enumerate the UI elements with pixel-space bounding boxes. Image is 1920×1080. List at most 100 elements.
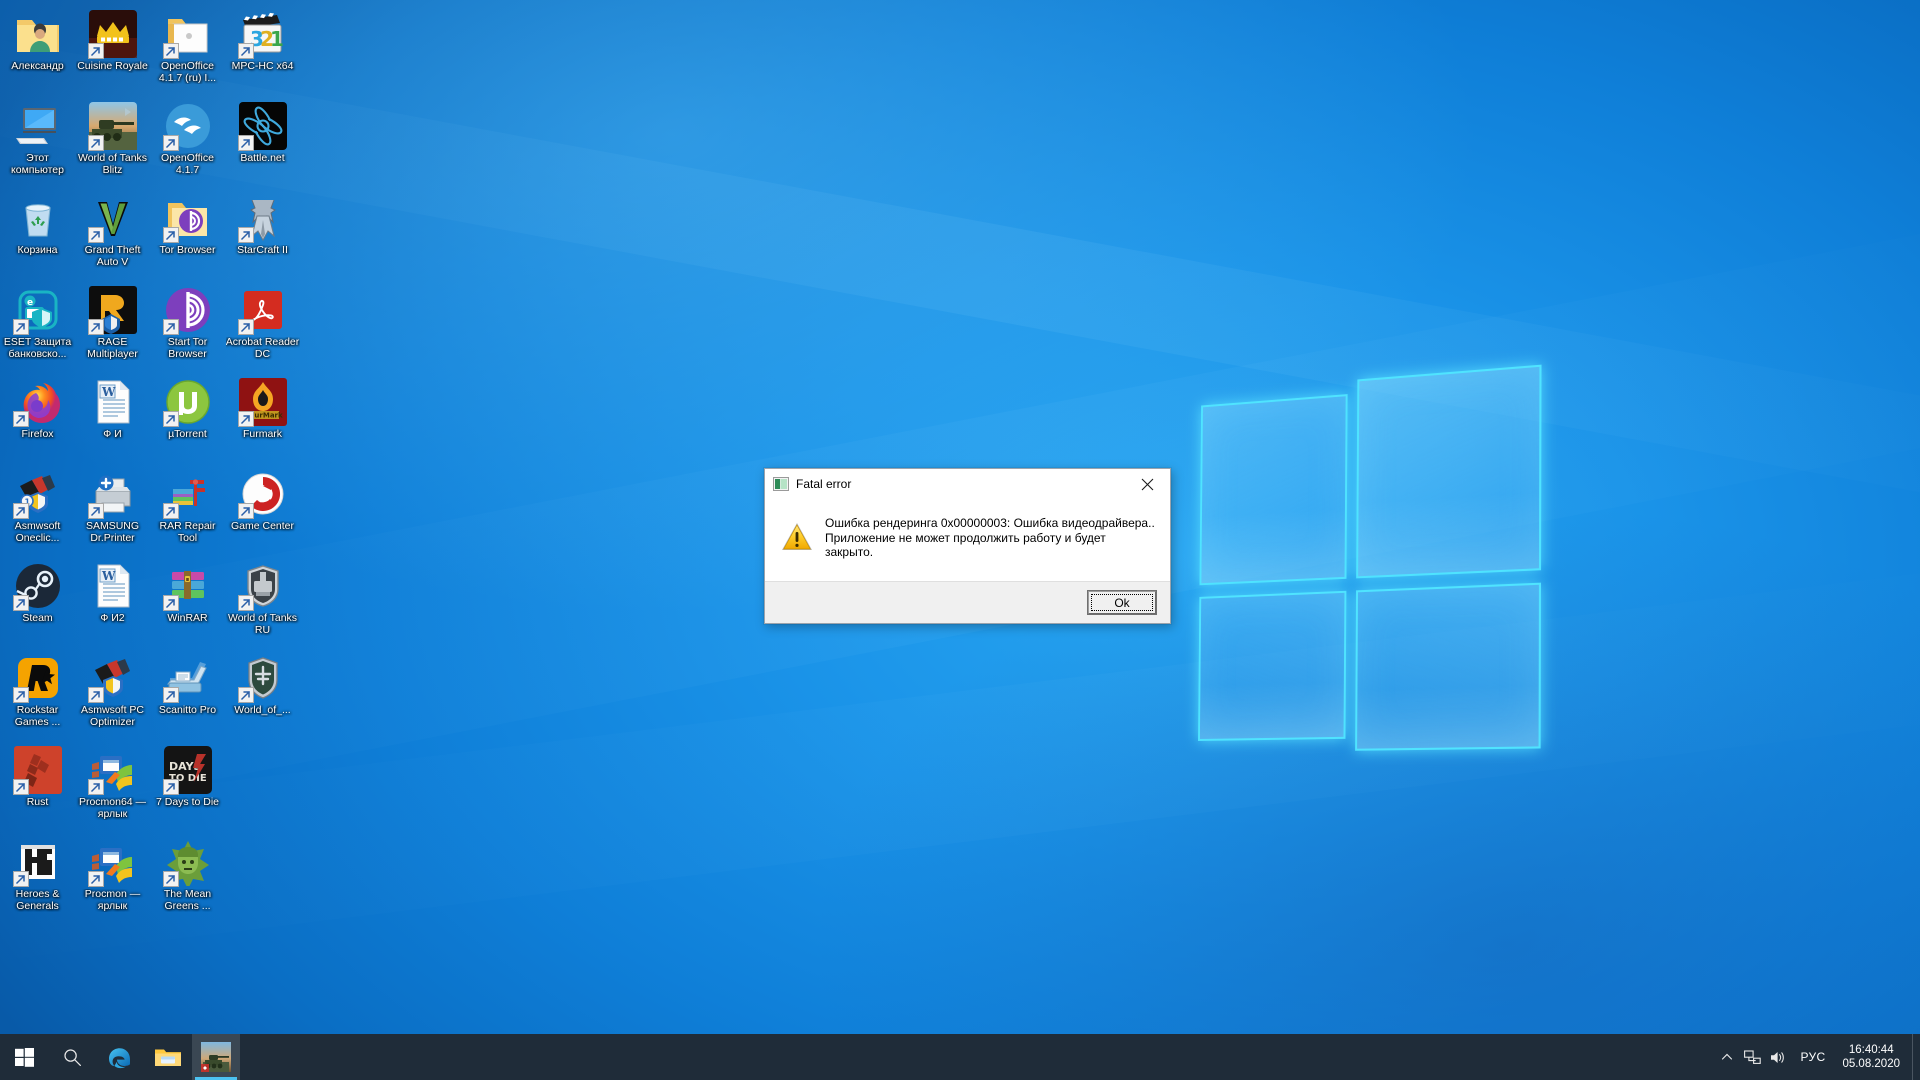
desktop-icon[interactable]: µTorrent bbox=[150, 372, 225, 464]
desktop-icon[interactable]: Tor Browser bbox=[150, 188, 225, 280]
app-window-icon bbox=[773, 476, 789, 492]
shortcut-arrow-icon bbox=[162, 779, 179, 795]
desktop-icon[interactable]: 3 2 1 MPC-HC x64 bbox=[225, 4, 300, 96]
shortcut-arrow-icon bbox=[87, 319, 104, 335]
shortcut-arrow-icon bbox=[237, 687, 254, 703]
desktop-icon[interactable]: Rust bbox=[0, 740, 75, 832]
desktop-icon[interactable]: World of Tanks Blitz bbox=[75, 96, 150, 188]
shortcut-arrow-icon bbox=[162, 135, 179, 151]
desktop-icon-label: Tor Browser bbox=[159, 245, 216, 256]
desktop-icon[interactable]: OpenOffice 4.1.7 bbox=[150, 96, 225, 188]
desktop-icon-label: Rockstar Games ... bbox=[14, 705, 61, 728]
world-of-tanks-icon bbox=[237, 562, 287, 611]
volume-icon[interactable] bbox=[1766, 1034, 1792, 1080]
desktop-icon[interactable]: Game Center bbox=[225, 464, 300, 556]
desktop-icon-label: OpenOffice 4.1.7 bbox=[161, 153, 214, 176]
desktop-icon[interactable]: RAGE Multiplayer bbox=[75, 280, 150, 372]
desktop-icon-label: Steam bbox=[22, 613, 53, 624]
desktop-icon[interactable]: 1 Asmwsoft Oneclic... bbox=[0, 464, 75, 556]
firefox-icon bbox=[12, 378, 62, 427]
world-of-warships-icon bbox=[237, 654, 287, 703]
desktop-icon[interactable]: Scanitto Pro bbox=[150, 648, 225, 740]
desktop-icon[interactable]: Этот компьютер bbox=[0, 96, 75, 188]
clock-date: 05.08.2020 bbox=[1842, 1058, 1900, 1070]
openoffice-icon bbox=[162, 102, 212, 151]
desktop-icon[interactable]: Start Tor Browser bbox=[150, 280, 225, 372]
hero-pane-top-right bbox=[1356, 364, 1542, 579]
shortcut-arrow-icon bbox=[87, 227, 104, 243]
close-icon[interactable] bbox=[1125, 470, 1170, 499]
desktop-icon[interactable]: DAYS TO DIE 7 Days to Die bbox=[150, 740, 225, 832]
desktop-icon[interactable]: The Mean Greens ... bbox=[150, 832, 225, 924]
taskbar[interactable]: РУС 16:40:44 05.08.2020 bbox=[0, 1034, 1920, 1080]
desktop-icon[interactable]: StarCraft II bbox=[225, 188, 300, 280]
desktop-icon-label: Asmwsoft Oneclic... bbox=[14, 521, 61, 544]
desktop-icon[interactable]: Heroes & Generals bbox=[0, 832, 75, 924]
desktop-icon[interactable]: World of Tanks RU bbox=[225, 556, 300, 648]
search-button[interactable] bbox=[48, 1034, 96, 1080]
ok-button[interactable]: Ok bbox=[1087, 590, 1157, 615]
desktop-icon[interactable]: RAR Repair Tool bbox=[150, 464, 225, 556]
desktop-icon[interactable]: Grand Theft Auto V bbox=[75, 188, 150, 280]
svg-text:1: 1 bbox=[270, 27, 284, 51]
desktop-icon[interactable]: Procmon64 — ярлык bbox=[75, 740, 150, 832]
desktop-icon[interactable]: Cuisine Royale bbox=[75, 4, 150, 96]
shortcut-arrow-icon bbox=[12, 411, 29, 427]
seven-days-to-die-icon: DAYS TO DIE bbox=[162, 746, 212, 795]
wot-blitz-task-icon bbox=[201, 1042, 231, 1072]
desktop-icon[interactable]: Корзина bbox=[0, 188, 75, 280]
fatal-error-dialog[interactable]: Fatal error Ошибка рендеринга 0x00000003… bbox=[764, 468, 1171, 624]
show-desktop-button[interactable] bbox=[1912, 1034, 1920, 1080]
desktop-icon[interactable]: W Ф И bbox=[75, 372, 150, 464]
desktop-icon[interactable]: Firefox bbox=[0, 372, 75, 464]
windows-start-icon bbox=[14, 1047, 34, 1067]
desktop-icon-label: Acrobat Reader DC bbox=[225, 337, 300, 360]
desktop-icon-label: Battle.net bbox=[240, 153, 285, 164]
desktop-icon-label: MPC-HC x64 bbox=[231, 61, 294, 72]
desktop-icon[interactable]: SAMSUNG Dr.Printer bbox=[75, 464, 150, 556]
acrobat-reader-icon bbox=[237, 286, 287, 335]
desktop-icon-label: RAGE Multiplayer bbox=[87, 337, 138, 360]
shortcut-arrow-icon bbox=[12, 595, 29, 611]
network-status-icon[interactable] bbox=[1740, 1034, 1766, 1080]
desktop-icon[interactable]: Asmwsoft PC Optimizer bbox=[75, 648, 150, 740]
desktop-icon[interactable]: FurMark Furmark bbox=[225, 372, 300, 464]
battlenet-icon bbox=[237, 102, 287, 151]
clock[interactable]: 16:40:44 05.08.2020 bbox=[1834, 1034, 1912, 1080]
word-document-icon: W bbox=[89, 378, 137, 426]
taskbar-item-file-explorer[interactable] bbox=[144, 1034, 192, 1080]
taskbar-item-edge[interactable] bbox=[96, 1034, 144, 1080]
desktop-icon[interactable]: W Ф И2 bbox=[75, 556, 150, 648]
furmark-icon: FurMark bbox=[237, 378, 287, 427]
tray-overflow-button[interactable] bbox=[1714, 1034, 1740, 1080]
shortcut-arrow-icon bbox=[162, 227, 179, 243]
desktop-icon-label: World of Tanks RU bbox=[227, 613, 298, 636]
shortcut-arrow-icon bbox=[12, 779, 29, 795]
hero-pane-bottom-right bbox=[1355, 582, 1542, 751]
desktop-icon[interactable]: e ESET Защита банковско... bbox=[0, 280, 75, 372]
desktop-icon-label: Александр bbox=[11, 61, 64, 72]
desktop-icon[interactable]: Battle.net bbox=[225, 96, 300, 188]
search-icon bbox=[63, 1048, 81, 1066]
svg-text:W: W bbox=[101, 569, 116, 583]
utorrent-icon bbox=[162, 378, 212, 427]
edge-icon bbox=[109, 1048, 130, 1069]
rockstar-games-icon bbox=[12, 654, 62, 703]
desktop-icon-label: SAMSUNG Dr.Printer bbox=[85, 521, 140, 544]
language-indicator[interactable]: РУС bbox=[1792, 1050, 1835, 1064]
shortcut-arrow-icon bbox=[12, 503, 29, 519]
desktop-icon[interactable]: Rockstar Games ... bbox=[0, 648, 75, 740]
desktop-icon[interactable]: OpenOffice 4.1.7 (ru) I... bbox=[150, 4, 225, 96]
desktop-icon[interactable]: Александр bbox=[0, 4, 75, 96]
desktop-icon-label: Scanitto Pro bbox=[158, 705, 217, 716]
svg-text:e: e bbox=[27, 298, 33, 308]
desktop-icon[interactable]: Procmon — ярлык bbox=[75, 832, 150, 924]
start-button[interactable] bbox=[0, 1034, 48, 1080]
desktop-icon[interactable]: World_of_... bbox=[225, 648, 300, 740]
dialog-message-text: Ошибка рендеринга 0x00000003: Ошибка вид… bbox=[825, 516, 1155, 560]
desktop-icon[interactable]: Acrobat Reader DC bbox=[225, 280, 300, 372]
taskbar-item-wot-blitz[interactable] bbox=[192, 1034, 240, 1080]
dialog-titlebar[interactable]: Fatal error bbox=[765, 469, 1170, 499]
desktop-icon[interactable]: WinRAR bbox=[150, 556, 225, 648]
desktop-icon[interactable]: Steam bbox=[0, 556, 75, 648]
